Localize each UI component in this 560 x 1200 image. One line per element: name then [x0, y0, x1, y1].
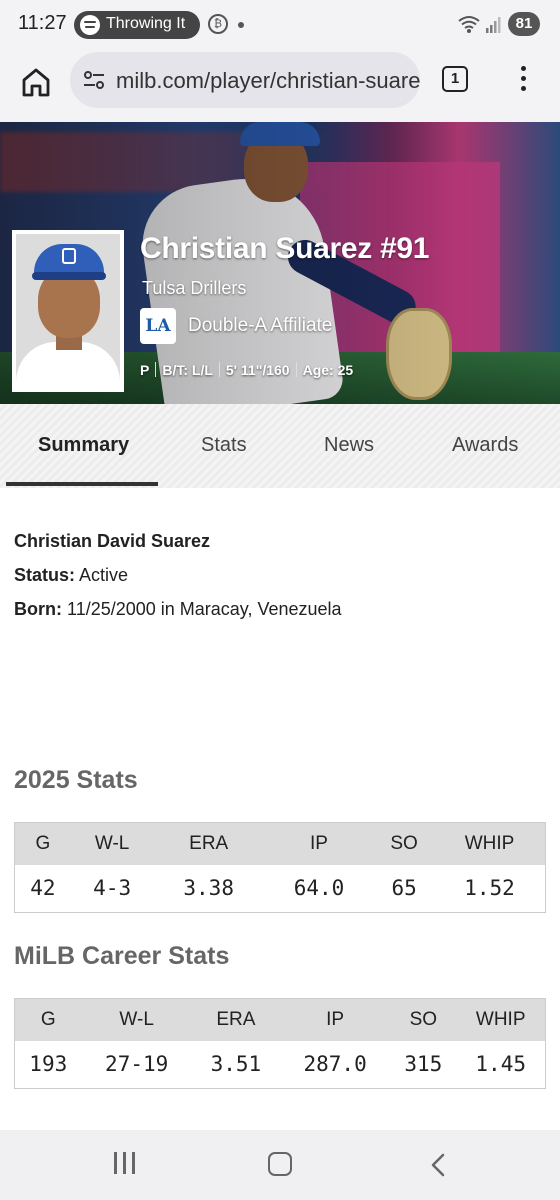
- player-position: P: [140, 362, 150, 378]
- born-value: 11/25/2000 in Maracay, Venezuela: [67, 599, 342, 619]
- status-bar: 11:27 Throwing It ₿ 81: [0, 0, 560, 50]
- table-cell: 27-19: [105, 1052, 169, 1077]
- url-text[interactable]: milb.com/player/christian-suarez: [116, 68, 420, 94]
- active-tab-indicator: [6, 482, 158, 486]
- dodgers-logo-icon[interactable]: LA: [140, 308, 176, 344]
- player-bio-line: P B/T: L/L 5' 11"/160 Age: 25: [140, 362, 353, 378]
- table-header: WHIP: [434, 822, 546, 865]
- table-cell: 64.0: [293, 876, 345, 901]
- table-header: W-L: [81, 998, 192, 1041]
- tab-switcher-button[interactable]: 1: [442, 66, 468, 92]
- table-cell: 4-3: [93, 876, 132, 901]
- battery-icon: 81: [508, 12, 540, 36]
- table-cell: 315: [404, 1052, 443, 1077]
- media-pill[interactable]: Throwing It: [74, 11, 200, 39]
- player-age: Age: 25: [302, 362, 354, 378]
- system-nav-bar: [0, 1130, 560, 1200]
- table-header: W-L: [70, 822, 154, 865]
- table-cell: 287.0: [303, 1052, 367, 1077]
- player-headshot: [12, 230, 124, 392]
- home-icon[interactable]: [18, 64, 54, 100]
- recent-apps-icon[interactable]: [112, 1152, 138, 1176]
- table-header: WHIP: [456, 998, 546, 1041]
- media-pill-text: Throwing It: [106, 15, 186, 32]
- player-summary: Christian David Suarez Status: Active Bo…: [14, 524, 342, 626]
- notification-dot-icon: [238, 22, 244, 28]
- bitcoin-icon: ₿: [208, 14, 228, 34]
- browser-toolbar: milb.com/player/christian-suarez 1: [0, 50, 560, 122]
- address-bar[interactable]: milb.com/player/christian-suarez: [70, 52, 420, 108]
- player-bats-throws: B/T: L/L: [162, 362, 213, 378]
- table-cell: 42: [30, 876, 56, 901]
- affiliate-label: Double-A Affiliate: [188, 315, 333, 336]
- player-height-weight: 5' 11"/160: [225, 362, 290, 378]
- season-stats-title: 2025 Stats: [14, 766, 138, 794]
- table-cell: 193: [29, 1052, 68, 1077]
- player-tabs: Summary Stats News Awards: [0, 404, 560, 488]
- status-time: 11:27: [18, 12, 67, 34]
- table-header: G: [14, 822, 71, 865]
- table-header: ERA: [191, 998, 280, 1041]
- status-label: Status:: [14, 565, 76, 585]
- full-name: Christian David Suarez: [14, 531, 211, 551]
- team-name[interactable]: Tulsa Drillers: [142, 278, 246, 299]
- season-stats-table: G W-L ERA IP SO WHIP 42 4-3 3.38 64.0 65…: [14, 822, 546, 913]
- table-cell: 1.52: [464, 876, 515, 901]
- table-header: IP: [263, 822, 375, 865]
- table-row: 42 4-3 3.38 64.0 65 1.52: [15, 865, 546, 913]
- table-header-row: G W-L ERA IP SO WHIP: [14, 822, 546, 865]
- back-icon[interactable]: [428, 1152, 450, 1178]
- table-header-row: G W-L ERA IP SO WHIP: [14, 998, 546, 1041]
- site-settings-icon[interactable]: [82, 68, 106, 92]
- table-cell: 1.45: [475, 1052, 526, 1077]
- tab-awards[interactable]: Awards: [452, 434, 518, 457]
- tab-stats[interactable]: Stats: [201, 434, 247, 457]
- more-menu-icon[interactable]: [514, 64, 534, 94]
- table-header: ERA: [153, 822, 264, 865]
- home-nav-icon[interactable]: [268, 1152, 292, 1176]
- table-header: SO: [390, 998, 457, 1041]
- career-stats-title: MiLB Career Stats: [14, 942, 230, 970]
- wifi-icon: [458, 16, 480, 33]
- player-name: Christian Suarez #91: [140, 232, 430, 265]
- table-cell: 65: [391, 876, 417, 901]
- status-value: Active: [79, 565, 129, 585]
- born-label: Born:: [14, 599, 62, 619]
- table-cell: 3.38: [183, 876, 234, 901]
- spotify-icon: [80, 15, 100, 35]
- cap-logo-icon: [62, 248, 76, 264]
- table-header: IP: [279, 998, 391, 1041]
- signal-icon: [486, 17, 501, 33]
- table-header: G: [14, 998, 82, 1041]
- player-hero: Christian Suarez #91 Tulsa Drillers LA D…: [0, 122, 560, 404]
- table-row: 193 27-19 3.51 287.0 315 1.45: [15, 1041, 546, 1089]
- tab-news[interactable]: News: [324, 434, 374, 457]
- table-header: SO: [374, 822, 435, 865]
- tab-summary[interactable]: Summary: [38, 434, 129, 457]
- table-cell: 3.51: [210, 1052, 262, 1077]
- career-stats-table: G W-L ERA IP SO WHIP 193 27-19 3.51 287.…: [14, 998, 546, 1089]
